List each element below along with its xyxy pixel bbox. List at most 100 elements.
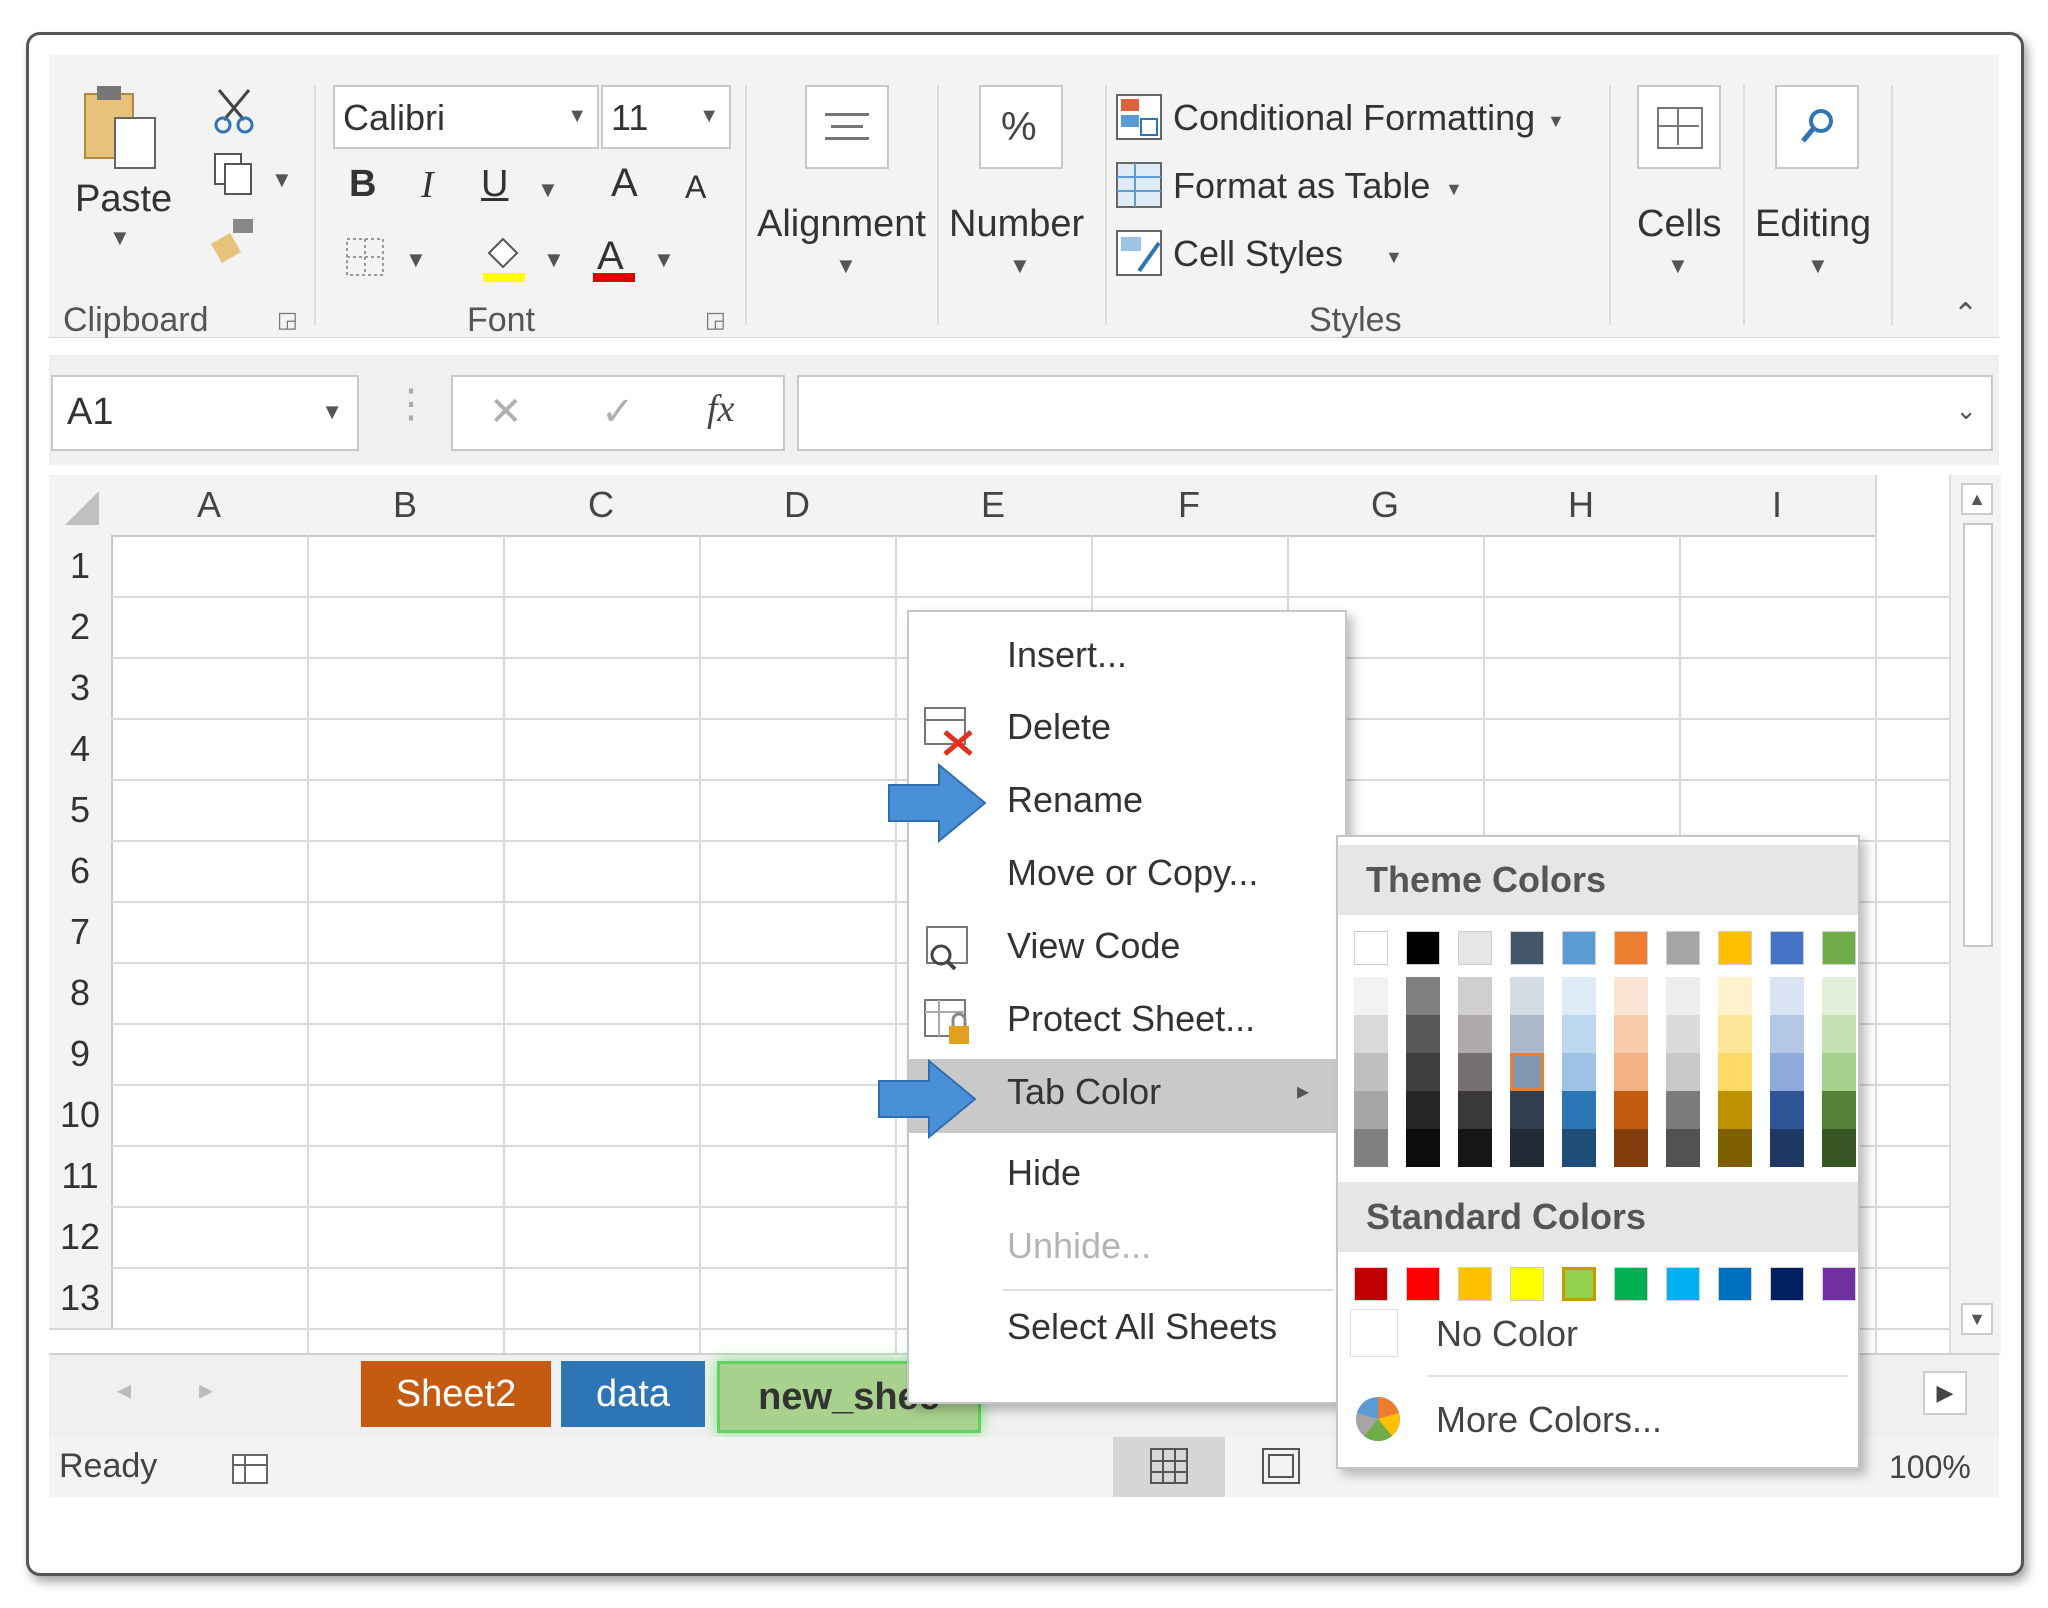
tab-scroll-left-icon[interactable]: ◂ (117, 1373, 131, 1406)
conditional-formatting-button[interactable]: Conditional Formatting ▼ (1115, 93, 1595, 149)
sheet-tab[interactable]: data (561, 1361, 705, 1427)
theme-shade-swatch[interactable] (1354, 1091, 1388, 1129)
theme-shade-swatch[interactable] (1718, 1053, 1752, 1091)
theme-shade-swatch[interactable] (1406, 977, 1440, 1015)
theme-color-swatch[interactable] (1718, 931, 1752, 965)
theme-shade-swatch[interactable] (1510, 1015, 1544, 1053)
scroll-thumb[interactable] (1963, 523, 1993, 947)
macro-record-icon[interactable] (229, 1445, 273, 1489)
row-header[interactable]: 2 (49, 596, 113, 659)
theme-color-swatch[interactable] (1770, 931, 1804, 965)
theme-shade-swatch[interactable] (1718, 1129, 1752, 1167)
standard-color-swatch[interactable] (1510, 1267, 1544, 1301)
theme-shade-swatch[interactable] (1614, 1091, 1648, 1129)
menu-item-move-or-copy[interactable]: Move or Copy... (909, 840, 1345, 910)
more-colors-option[interactable]: More Colors... (1346, 1385, 1846, 1455)
paste-dropdown-icon[interactable]: ▼ (109, 225, 131, 251)
row-header[interactable]: 13 (49, 1267, 113, 1330)
standard-color-swatch[interactable] (1666, 1267, 1700, 1301)
theme-shade-swatch[interactable] (1822, 1053, 1856, 1091)
column-header[interactable]: B (307, 475, 505, 537)
scroll-down-icon[interactable]: ▼ (1961, 1303, 1993, 1335)
clipboard-launcher-icon[interactable]: ◲ (277, 307, 298, 333)
formula-bar-handle-icon[interactable]: ⋮ (391, 381, 431, 427)
font-color-icon[interactable]: A (589, 231, 639, 283)
standard-color-swatch[interactable] (1458, 1267, 1492, 1301)
theme-color-swatch[interactable] (1614, 931, 1648, 965)
column-header[interactable]: C (503, 475, 701, 537)
theme-shade-swatch[interactable] (1510, 1053, 1544, 1091)
theme-shade-swatch[interactable] (1458, 1015, 1492, 1053)
editing-button[interactable]: Editing ▼ (1753, 85, 1883, 278)
font-size-combobox[interactable]: 11 ▼ (601, 85, 731, 149)
theme-shade-swatch[interactable] (1458, 1129, 1492, 1167)
underline-button[interactable]: U (481, 163, 508, 206)
theme-shade-swatch[interactable] (1510, 977, 1544, 1015)
name-box-dropdown-icon[interactable]: ▼ (321, 399, 343, 425)
theme-shade-swatch[interactable] (1666, 977, 1700, 1015)
theme-shade-swatch[interactable] (1770, 1129, 1804, 1167)
font-name-dropdown-icon[interactable]: ▼ (567, 105, 587, 128)
column-header[interactable]: D (699, 475, 897, 537)
format-painter-icon[interactable] (209, 215, 259, 265)
column-header[interactable]: I (1679, 475, 1877, 537)
borders-icon[interactable] (343, 235, 387, 279)
scroll-up-icon[interactable]: ▲ (1961, 483, 1993, 515)
borders-dropdown-icon[interactable]: ▼ (405, 247, 427, 273)
theme-shade-swatch[interactable] (1354, 1053, 1388, 1091)
menu-item-protect-sheet[interactable]: Protect Sheet... (909, 986, 1345, 1056)
standard-color-swatch[interactable] (1406, 1267, 1440, 1301)
theme-color-swatch[interactable] (1458, 931, 1492, 965)
theme-shade-swatch[interactable] (1406, 1053, 1440, 1091)
theme-shade-swatch[interactable] (1718, 977, 1752, 1015)
font-launcher-icon[interactable]: ◲ (705, 307, 726, 333)
format-as-table-button[interactable]: Format as Table ▼ (1115, 161, 1495, 217)
menu-item-select-all-sheets[interactable]: Select All Sheets (909, 1294, 1345, 1364)
row-header[interactable]: 3 (49, 657, 113, 720)
row-header[interactable]: 1 (49, 535, 113, 598)
theme-shade-swatch[interactable] (1770, 1091, 1804, 1129)
underline-dropdown-icon[interactable]: ▼ (537, 177, 559, 203)
standard-color-swatch[interactable] (1822, 1267, 1856, 1301)
row-header[interactable]: 9 (49, 1023, 113, 1086)
normal-view-button[interactable] (1113, 1437, 1225, 1497)
theme-shade-swatch[interactable] (1458, 977, 1492, 1015)
column-header[interactable]: H (1483, 475, 1681, 537)
theme-shade-swatch[interactable] (1406, 1129, 1440, 1167)
row-header[interactable]: 8 (49, 962, 113, 1025)
theme-shade-swatch[interactable] (1614, 1053, 1648, 1091)
select-all-corner[interactable] (49, 475, 113, 537)
menu-item-delete[interactable]: Delete (909, 694, 1345, 764)
row-header[interactable]: 10 (49, 1084, 113, 1147)
row-header[interactable]: 4 (49, 718, 113, 781)
theme-shade-swatch[interactable] (1822, 1091, 1856, 1129)
theme-shade-swatch[interactable] (1406, 1091, 1440, 1129)
row-header[interactable]: 12 (49, 1206, 113, 1269)
font-size-dropdown-icon[interactable]: ▼ (699, 105, 719, 128)
theme-shade-swatch[interactable] (1822, 977, 1856, 1015)
theme-color-swatch[interactable] (1510, 931, 1544, 965)
theme-shade-swatch[interactable] (1562, 1053, 1596, 1091)
theme-shade-swatch[interactable] (1510, 1129, 1544, 1167)
cells-button[interactable]: Cells ▼ (1623, 85, 1733, 278)
collapse-ribbon-icon[interactable]: ⌃ (1953, 297, 1978, 332)
italic-button[interactable]: I (421, 163, 434, 207)
theme-shade-swatch[interactable] (1666, 1091, 1700, 1129)
theme-color-swatch[interactable] (1822, 931, 1856, 965)
theme-shade-swatch[interactable] (1822, 1129, 1856, 1167)
formula-input[interactable]: ⌄ (797, 375, 1993, 451)
alignment-button[interactable]: Alignment ▼ (757, 85, 927, 278)
zoom-level[interactable]: 100% (1889, 1449, 1971, 1486)
column-header[interactable]: E (895, 475, 1093, 537)
sheet-tab[interactable]: Sheet2 (361, 1361, 551, 1427)
copy-dropdown-icon[interactable]: ▼ (271, 167, 293, 193)
cancel-icon[interactable]: ✕ (489, 389, 523, 435)
theme-shade-swatch[interactable] (1562, 1129, 1596, 1167)
theme-shade-swatch[interactable] (1562, 1015, 1596, 1053)
menu-item-hide[interactable]: Hide (909, 1140, 1345, 1210)
standard-color-swatch[interactable] (1718, 1267, 1752, 1301)
standard-color-swatch[interactable] (1614, 1267, 1648, 1301)
fill-color-dropdown-icon[interactable]: ▼ (543, 247, 565, 273)
theme-shade-swatch[interactable] (1614, 977, 1648, 1015)
theme-shade-swatch[interactable] (1666, 1053, 1700, 1091)
